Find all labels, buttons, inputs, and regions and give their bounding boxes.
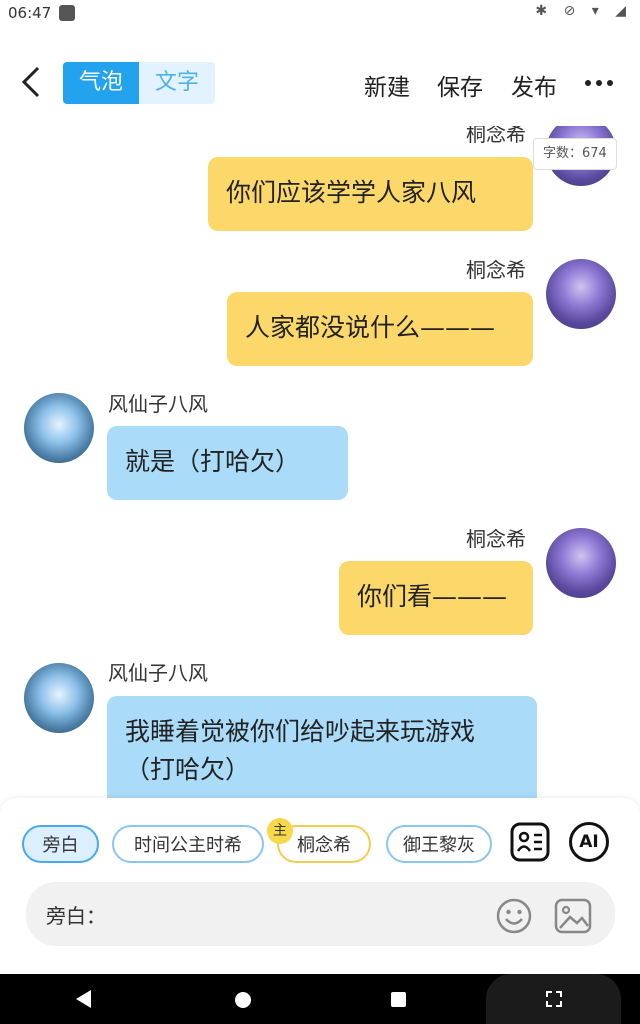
- message-bubble[interactable]: 你们应该学学人家八风: [208, 157, 533, 231]
- sender-name: 桐念希: [466, 258, 526, 282]
- message-bubble[interactable]: 你们看———: [339, 561, 533, 635]
- avatar[interactable]: [546, 259, 616, 329]
- avatar[interactable]: [24, 663, 94, 733]
- status-icons: ✱ ⊘ ▾ ◢: [535, 3, 632, 19]
- message-bubble[interactable]: 我睡着觉被你们给吵起来玩游戏（打哈欠）: [107, 696, 537, 806]
- avatar[interactable]: [546, 528, 616, 598]
- scan-icon[interactable]: [546, 991, 562, 1007]
- sender-name: 桐念希: [466, 527, 526, 551]
- role-chip-narration[interactable]: 旁白: [22, 825, 99, 863]
- sender-name: 风仙子八风: [108, 661, 208, 685]
- message-bubble[interactable]: 就是（打哈欠）: [107, 426, 348, 500]
- chat-area[interactable]: 桐念希 你们应该学学人家八风 字数：674 桐念希 人家都没说什么——— 风仙子…: [0, 126, 640, 806]
- word-count-tooltip: 字数：674: [533, 138, 617, 170]
- more-options-icon[interactable]: [585, 80, 615, 88]
- input-prefix-label: 旁白：: [46, 904, 106, 928]
- system-nav-bar: [0, 974, 640, 1024]
- mode-toggle: 气泡 文字: [63, 62, 215, 104]
- save-button[interactable]: 保存: [437, 68, 483, 102]
- message-bubble[interactable]: 人家都没说什么———: [227, 292, 533, 366]
- sender-name: 桐念希: [466, 126, 526, 146]
- role-card-icon[interactable]: [510, 822, 550, 862]
- nav-home-icon[interactable]: [235, 992, 251, 1008]
- back-arrow-icon[interactable]: [18, 62, 48, 102]
- status-time: 06:47: [8, 4, 52, 22]
- publish-button[interactable]: 发布: [511, 68, 557, 102]
- ai-button[interactable]: AI: [569, 822, 609, 862]
- tab-text[interactable]: 文字: [139, 62, 215, 104]
- nav-recents-icon[interactable]: [391, 992, 406, 1007]
- emoji-icon[interactable]: [496, 898, 532, 934]
- role-chip[interactable]: 时间公主时希: [112, 825, 264, 863]
- top-toolbar: 气泡 文字 新建 保存 发布: [0, 56, 640, 112]
- new-button[interactable]: 新建: [364, 68, 410, 102]
- status-bar: 06:47 ✱ ⊘ ▾ ◢: [0, 0, 640, 28]
- avatar[interactable]: [24, 393, 94, 463]
- sender-name: 风仙子八风: [108, 392, 208, 416]
- nav-back-icon[interactable]: [76, 990, 91, 1008]
- notification-icon: [59, 5, 75, 21]
- image-icon[interactable]: [554, 898, 592, 934]
- tab-bubble[interactable]: 气泡: [63, 62, 139, 104]
- main-role-badge: 主: [267, 818, 293, 844]
- role-chip[interactable]: 御王黎灰: [386, 825, 492, 863]
